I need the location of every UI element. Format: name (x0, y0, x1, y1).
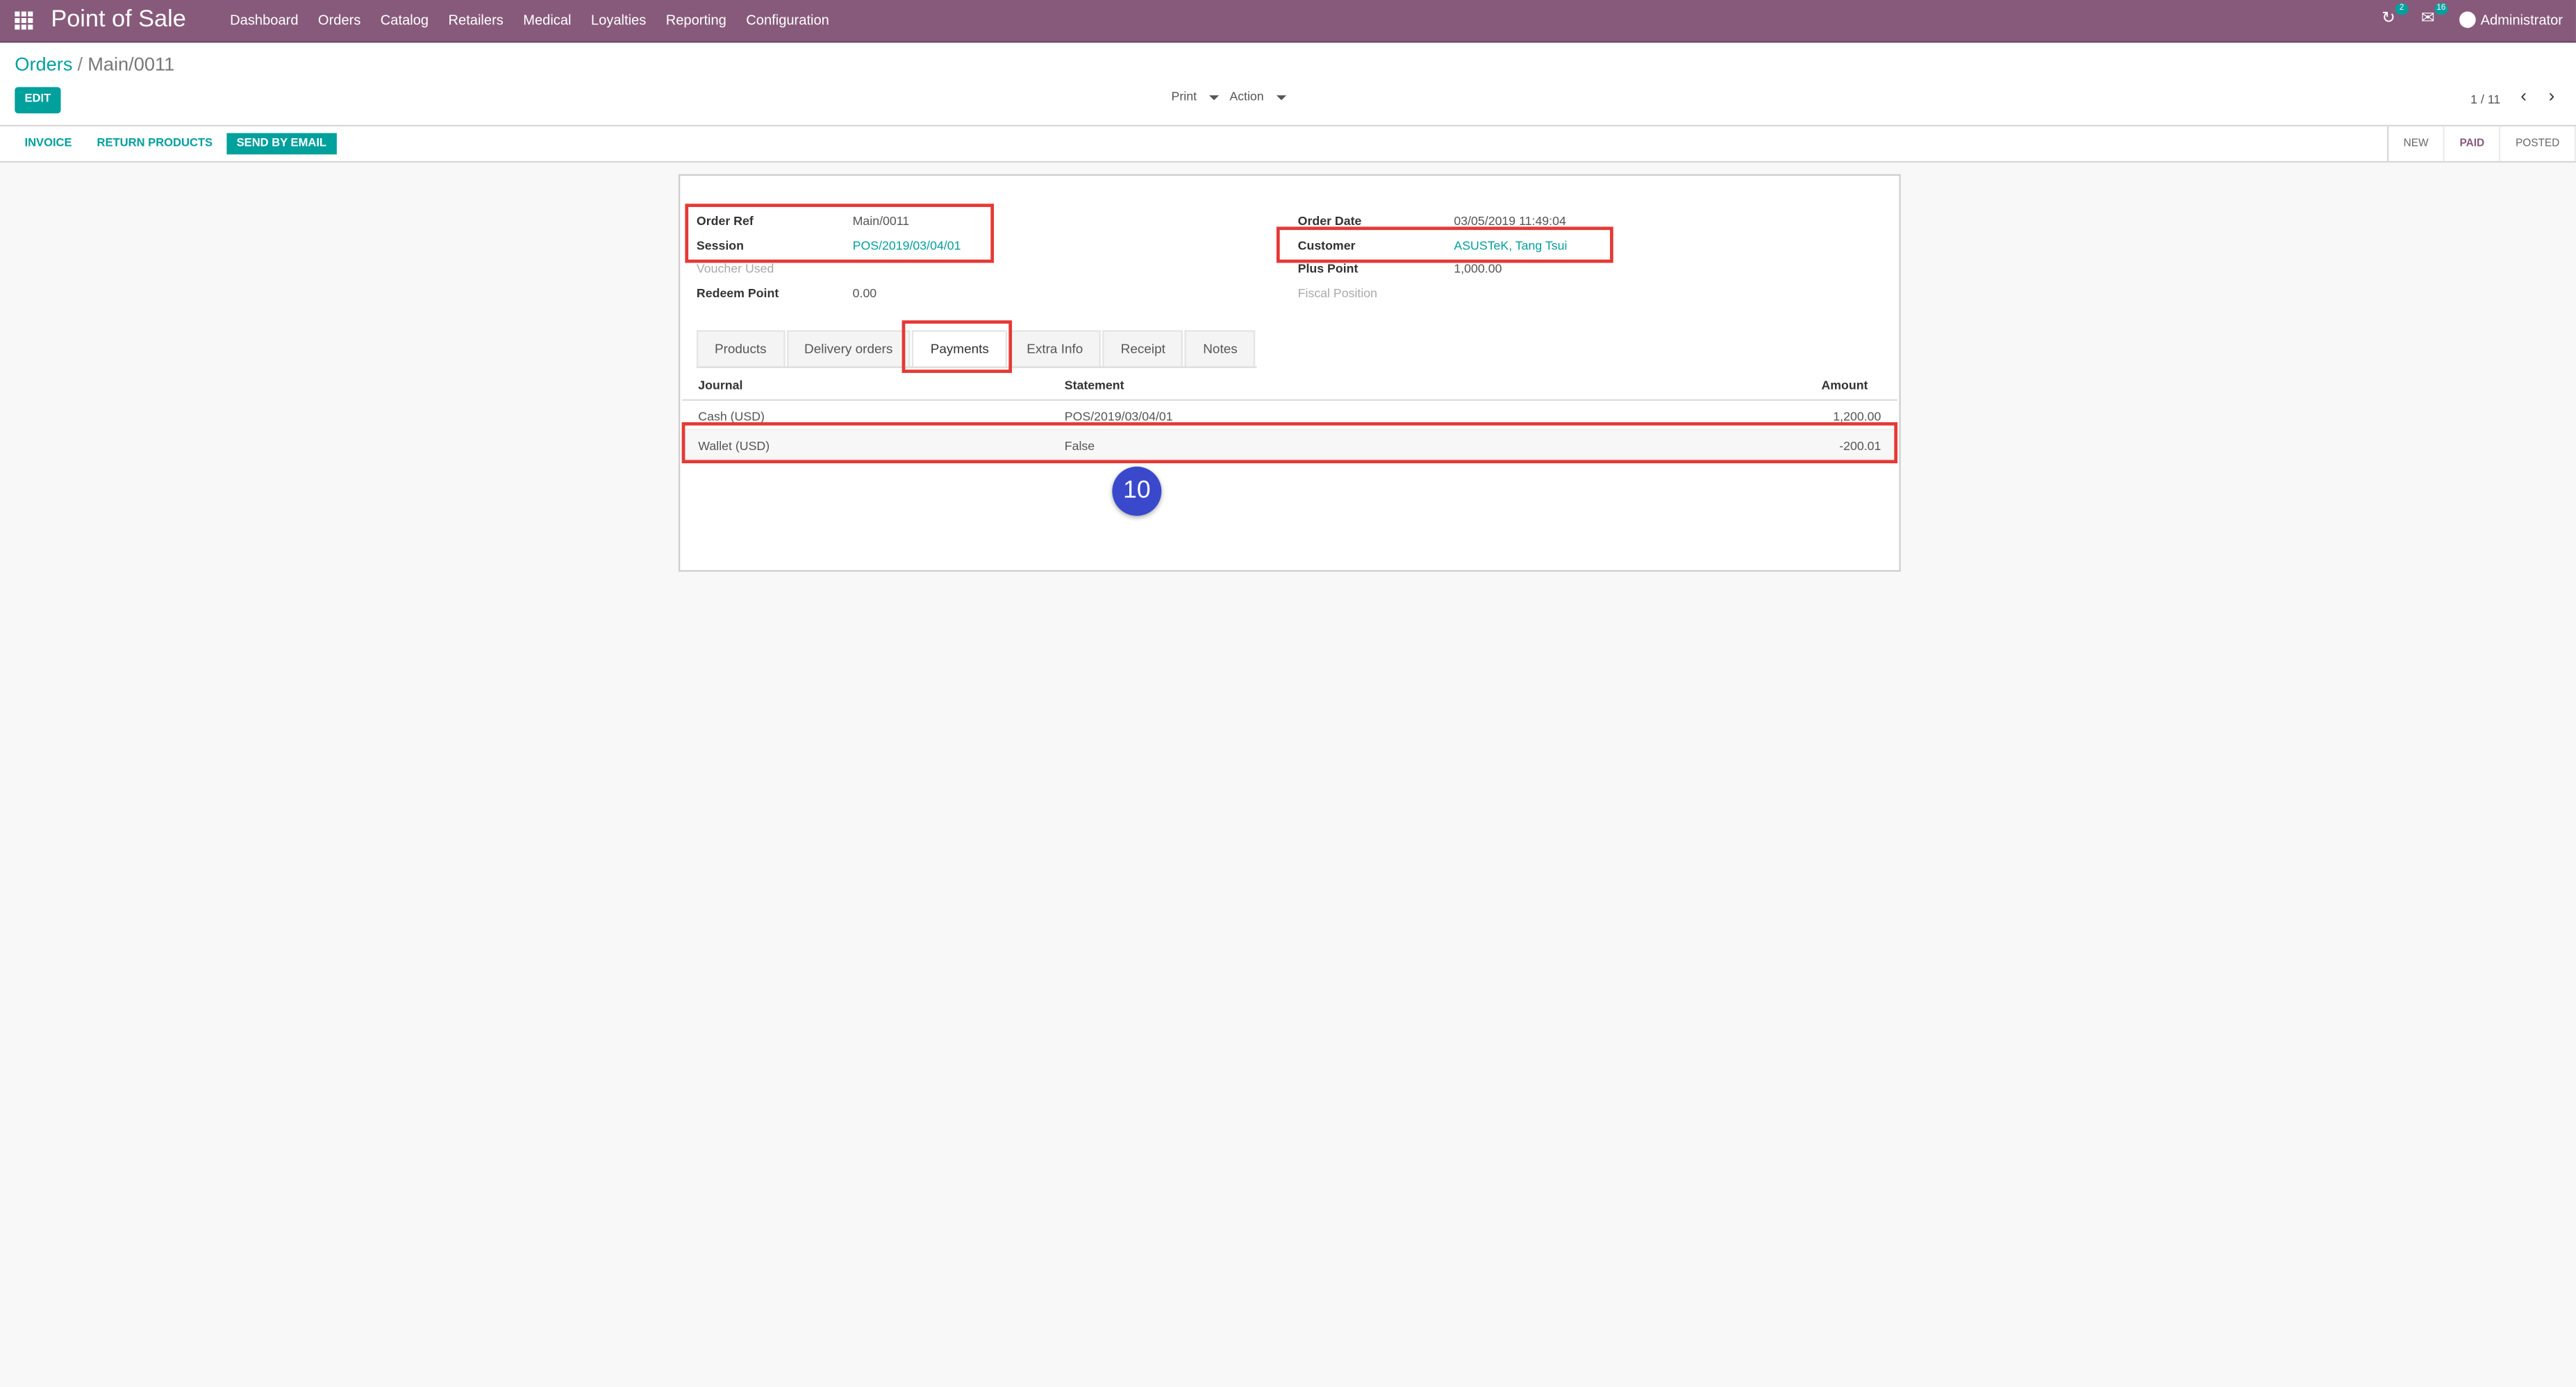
highlight-wallet-row (681, 422, 1898, 464)
pager-value[interactable]: 1 / 11 (2470, 92, 2500, 106)
apps-menu-icon[interactable] (15, 11, 33, 30)
breadcrumb: Orders / Main/0011 (15, 56, 174, 75)
pager-next-icon[interactable]: › (2549, 87, 2555, 106)
caret-down-icon (1209, 94, 1220, 100)
user-menu[interactable]: Administrator (2481, 12, 2563, 28)
plus-point-value: 1,000.00 (1454, 261, 1502, 276)
step-number-badge: 10 (1112, 466, 1162, 516)
fiscal-position-label: Fiscal Position (1297, 285, 1378, 301)
print-label: Print (1171, 88, 1197, 104)
order-state-pipeline: NEW PAID POSTED (2387, 126, 2576, 161)
breadcrumb-orders-link[interactable]: Orders (15, 56, 72, 75)
tab-extra-info[interactable]: Extra Info (1008, 330, 1102, 367)
send-by-email-button[interactable]: SEND BY EMAIL (226, 133, 337, 155)
messages-chat-icon[interactable]: ✉ 16 (2416, 3, 2448, 31)
menu-item-configuration[interactable]: Configuration (746, 12, 829, 28)
redeem-point-label: Redeem Point (696, 285, 779, 301)
tab-notes[interactable]: Notes (1185, 330, 1256, 367)
tab-delivery-orders[interactable]: Delivery orders (786, 330, 911, 367)
app-title[interactable]: Point of Sale (51, 6, 186, 33)
column-header-amount[interactable]: Amount (1821, 378, 1868, 392)
menu-item-retailers[interactable]: Retailers (448, 12, 503, 28)
pager-previous-icon[interactable]: ‹ (2520, 87, 2527, 106)
table-header: Journal Statement Amount (681, 369, 1898, 401)
highlight-order-ref-session (685, 204, 995, 263)
print-dropdown[interactable]: Print (1172, 89, 1220, 103)
control-panel: Orders / Main/0011 EDIT Print Action 1 / 1… (0, 42, 2576, 127)
caret-down-icon (1277, 94, 1287, 100)
main-menu: Dashboard Orders Catalog Retailers Medic… (220, 12, 839, 28)
plus-point-label: Plus Point (1297, 261, 1358, 276)
action-dropdown[interactable]: Action (1229, 88, 1287, 104)
menu-item-loyalties[interactable]: Loyalties (591, 12, 646, 28)
state-new: NEW (2388, 126, 2445, 161)
menu-item-catalog[interactable]: Catalog (381, 12, 429, 28)
redeem-point-value: 0.00 (852, 285, 877, 301)
tab-receipt[interactable]: Receipt (1102, 330, 1183, 367)
state-paid: PAID (2445, 126, 2501, 161)
messages-count-badge: 16 (2434, 3, 2448, 15)
highlight-customer (1276, 226, 1613, 263)
edit-button[interactable]: EDIT (15, 87, 61, 114)
return-products-button[interactable]: RETURN PRODUCTS (87, 133, 222, 155)
form-statusbar: INVOICE RETURN PRODUCTS SEND BY EMAIL NE… (0, 126, 2576, 163)
column-header-statement[interactable]: Statement (1065, 378, 1124, 392)
breadcrumb-current: Main/0011 (88, 56, 175, 76)
menu-item-medical[interactable]: Medical (523, 12, 571, 28)
highlight-payments-tab (901, 320, 1013, 373)
activity-count-badge: 2 (2395, 3, 2409, 15)
top-navbar: Point of Sale Dashboard Orders Catalog R… (0, 0, 2576, 43)
breadcrumb-separator: / (77, 56, 83, 76)
menu-item-orders[interactable]: Orders (318, 12, 360, 28)
sidebar-actions: Print Action (1172, 89, 1297, 103)
activity-clock-icon[interactable]: ↻ 2 (2377, 3, 2409, 31)
invoice-button[interactable]: INVOICE (15, 133, 82, 155)
state-posted: POSTED (2501, 126, 2576, 161)
systray: ↻ 2 ✉ 16 Administrator (2361, 3, 2563, 31)
menu-item-dashboard[interactable]: Dashboard (230, 12, 298, 28)
voucher-used-label: Voucher Used (696, 261, 774, 276)
menu-item-reporting[interactable]: Reporting (666, 12, 726, 28)
action-label: Action (1229, 88, 1264, 104)
user-avatar[interactable] (2459, 11, 2476, 28)
column-header-journal[interactable]: Journal (698, 378, 742, 392)
tab-products[interactable]: Products (696, 330, 785, 367)
